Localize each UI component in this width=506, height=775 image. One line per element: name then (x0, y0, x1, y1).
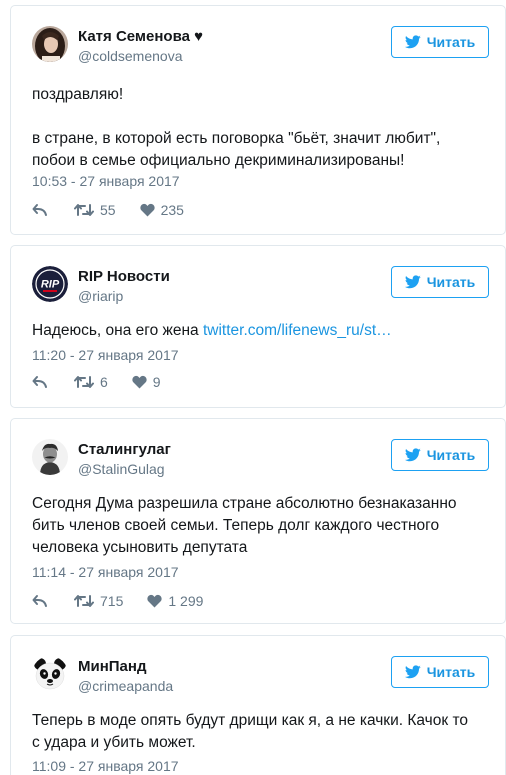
tweet-text-line (32, 106, 493, 128)
tweet-link[interactable]: twitter.com/lifenews_ru/st… (203, 322, 392, 339)
follow-label: Читать (426, 664, 476, 680)
author-handle[interactable]: @coldsemenova (78, 48, 183, 64)
heart-icon (147, 594, 162, 608)
tweet-card: Сталингулаг @StalinGulag Читать Сегодня … (10, 418, 506, 624)
rip-logo-icon: RIP (32, 266, 68, 302)
reply-button[interactable] (32, 203, 48, 217)
follow-button[interactable]: Читать (391, 439, 489, 471)
like-count: 235 (160, 202, 184, 218)
author-handle[interactable]: @crimeapanda (78, 678, 173, 694)
timestamp[interactable]: 10:53 - 27 января 2017 (32, 173, 180, 189)
like-count: 9 (152, 374, 161, 390)
reply-icon (32, 595, 47, 607)
reply-button[interactable] (32, 594, 48, 608)
follow-label: Читать (426, 274, 476, 290)
twitter-bird-icon (404, 665, 421, 679)
retweet-icon (74, 595, 94, 607)
timestamp[interactable]: 11:14 - 27 января 2017 (32, 564, 179, 580)
author-name[interactable]: МинПанд (78, 658, 146, 675)
tweet-text: Теперь в моде опять будут дрищи как я, а… (32, 710, 493, 754)
retweet-button[interactable]: 715 (74, 593, 123, 609)
tweet-actions: 55 235 (32, 202, 184, 218)
tweet-text-line: с удара и убить может. (32, 734, 196, 751)
panda-icon (32, 656, 68, 692)
tweet-card: RIP RIP Новости @riarip Читать Надеюсь, … (10, 245, 506, 408)
follow-label: Читать (426, 34, 476, 50)
retweet-icon (74, 204, 94, 216)
timestamp[interactable]: 11:09 - 27 января 2017 (32, 758, 179, 774)
tweet-text: Сегодня Дума разрешила стране абсолютно … (32, 493, 493, 559)
tweet-text-line: бить членов своей семьи. Теперь долг каж… (32, 517, 440, 534)
timestamp[interactable]: 11:20 - 27 января 2017 (32, 347, 179, 363)
tweet-text-line: Надеюсь, она его жена (32, 322, 203, 339)
like-button[interactable]: 235 (139, 202, 184, 218)
follow-button[interactable]: Читать (391, 656, 489, 688)
tweet-text-line: поздравляю! (32, 86, 124, 103)
stalin-portrait-icon (32, 439, 68, 475)
like-button[interactable]: 1 299 (147, 593, 203, 609)
tweet-actions: 715 1 299 (32, 593, 203, 609)
heart-icon (132, 375, 147, 389)
tweet-text: Надеюсь, она его жена twitter.com/lifene… (32, 320, 493, 342)
author-handle[interactable]: @StalinGulag (78, 461, 165, 477)
retweet-button[interactable]: 6 (74, 374, 108, 390)
follow-button[interactable]: Читать (391, 266, 489, 298)
tweet-card: МинПанд @crimeapanda Читать Теперь в мод… (10, 635, 506, 775)
rip-logo-text: RIP (41, 279, 60, 291)
avatar[interactable]: RIP (32, 266, 68, 302)
author-name[interactable]: Сталингулаг (78, 441, 171, 458)
twitter-bird-icon (404, 35, 421, 49)
tweet-actions: 6 9 (32, 374, 161, 390)
follow-button[interactable]: Читать (391, 26, 489, 58)
reply-icon (32, 376, 47, 388)
like-count: 1 299 (168, 593, 204, 609)
tweet-card: Катя Семенова ♥ @coldsemenova Читать поз… (10, 5, 506, 235)
reply-icon (32, 204, 47, 216)
tweet-text-line: Сегодня Дума разрешила стране абсолютно … (32, 495, 457, 512)
follow-label: Читать (426, 447, 476, 463)
user-photo-icon (32, 26, 68, 62)
like-button[interactable]: 9 (132, 374, 161, 390)
twitter-bird-icon (404, 448, 421, 462)
reply-button[interactable] (32, 375, 48, 389)
twitter-bird-icon (404, 275, 421, 289)
author-handle[interactable]: @riarip (78, 288, 123, 304)
tweet-text-line: побои в семье официально декриминализиро… (32, 152, 405, 169)
retweet-count: 6 (100, 374, 108, 390)
tweet-text-line: человека усыновить депутата (32, 539, 248, 556)
tweet-text-line: Теперь в моде опять будут дрищи как я, а… (32, 712, 468, 729)
retweet-count: 55 (100, 202, 116, 218)
retweet-button[interactable]: 55 (74, 202, 116, 218)
retweet-count: 715 (100, 593, 124, 609)
tweet-text-line: в стране, в которой есть поговорка "бьёт… (32, 130, 441, 147)
retweet-icon (74, 376, 94, 388)
avatar[interactable] (32, 439, 68, 475)
author-name[interactable]: Катя Семенова ♥ (78, 28, 203, 45)
tweet-feed: Катя Семенова ♥ @coldsemenova Читать поз… (0, 0, 506, 775)
avatar[interactable] (32, 26, 68, 62)
tweet-text: поздравляю! в стране, в которой есть пог… (32, 84, 493, 172)
avatar[interactable] (32, 656, 68, 692)
author-name[interactable]: RIP Новости (78, 268, 170, 285)
heart-icon (139, 203, 155, 217)
